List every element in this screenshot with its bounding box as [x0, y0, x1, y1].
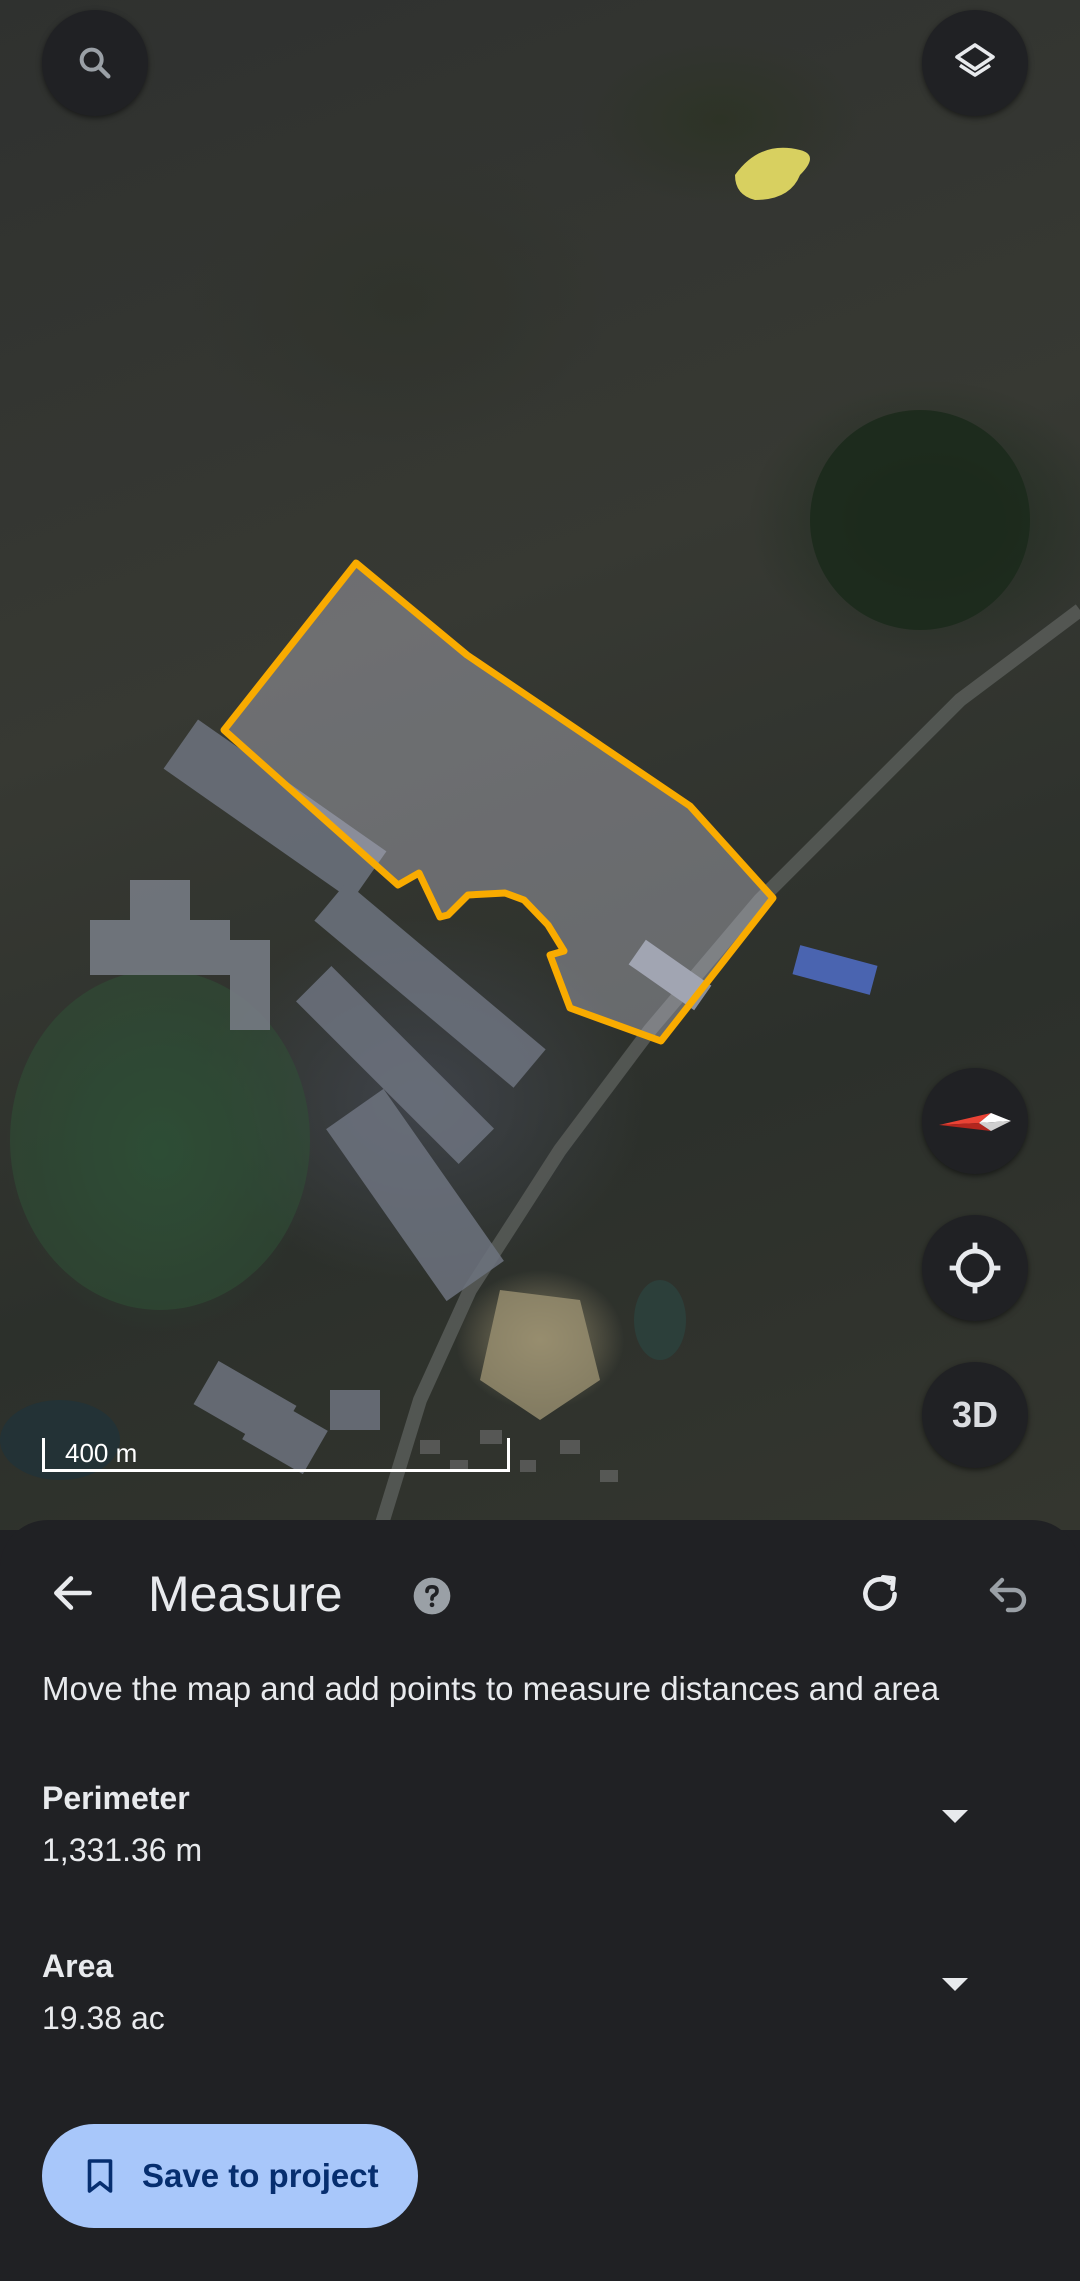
save-button-label: Save to project — [142, 2157, 379, 2194]
search-icon — [79, 47, 111, 79]
scale-bar: 400 m — [42, 1438, 510, 1472]
undo-button[interactable] — [980, 1566, 1036, 1622]
redo-button[interactable] — [852, 1566, 908, 1622]
scale-label: 400 m — [65, 1438, 138, 1468]
layers-button[interactable] — [922, 10, 1028, 116]
save-to-project-button[interactable]: Save to project — [42, 2124, 418, 2228]
perimeter-value: 1,331.36 m — [42, 1832, 203, 1868]
compass-button[interactable] — [922, 1068, 1028, 1174]
3d-toggle-button[interactable]: 3D — [922, 1362, 1028, 1468]
area-value: 19.38 ac — [42, 2000, 165, 2036]
page-title: Measure — [148, 1566, 343, 1622]
3d-label: 3D — [951, 1394, 999, 1435]
chevron-down-icon[interactable] — [940, 1974, 970, 1994]
back-arrow-icon — [54, 1576, 92, 1610]
chevron-down-icon[interactable] — [940, 1806, 970, 1826]
help-button[interactable] — [410, 1574, 454, 1618]
satellite-map[interactable]: 3D 400 m — [0, 0, 1080, 1530]
help-icon — [413, 1577, 451, 1615]
perimeter-label: Perimeter — [42, 1780, 190, 1816]
redo-icon — [863, 1575, 897, 1611]
back-button[interactable] — [40, 1560, 106, 1626]
search-button[interactable] — [42, 10, 148, 116]
compass-icon — [939, 1113, 1011, 1131]
my-location-button[interactable] — [922, 1215, 1028, 1321]
measure-instructions: Move the map and add points to measure d… — [42, 1670, 940, 1707]
area-label: Area — [42, 1948, 114, 1984]
layers-icon — [955, 43, 995, 77]
undo-icon — [989, 1577, 1027, 1613]
bookmark-icon — [87, 2159, 113, 2193]
my-location-icon — [949, 1242, 1001, 1294]
measured-polygon — [220, 559, 777, 1045]
map-imagery — [0, 147, 1080, 1530]
